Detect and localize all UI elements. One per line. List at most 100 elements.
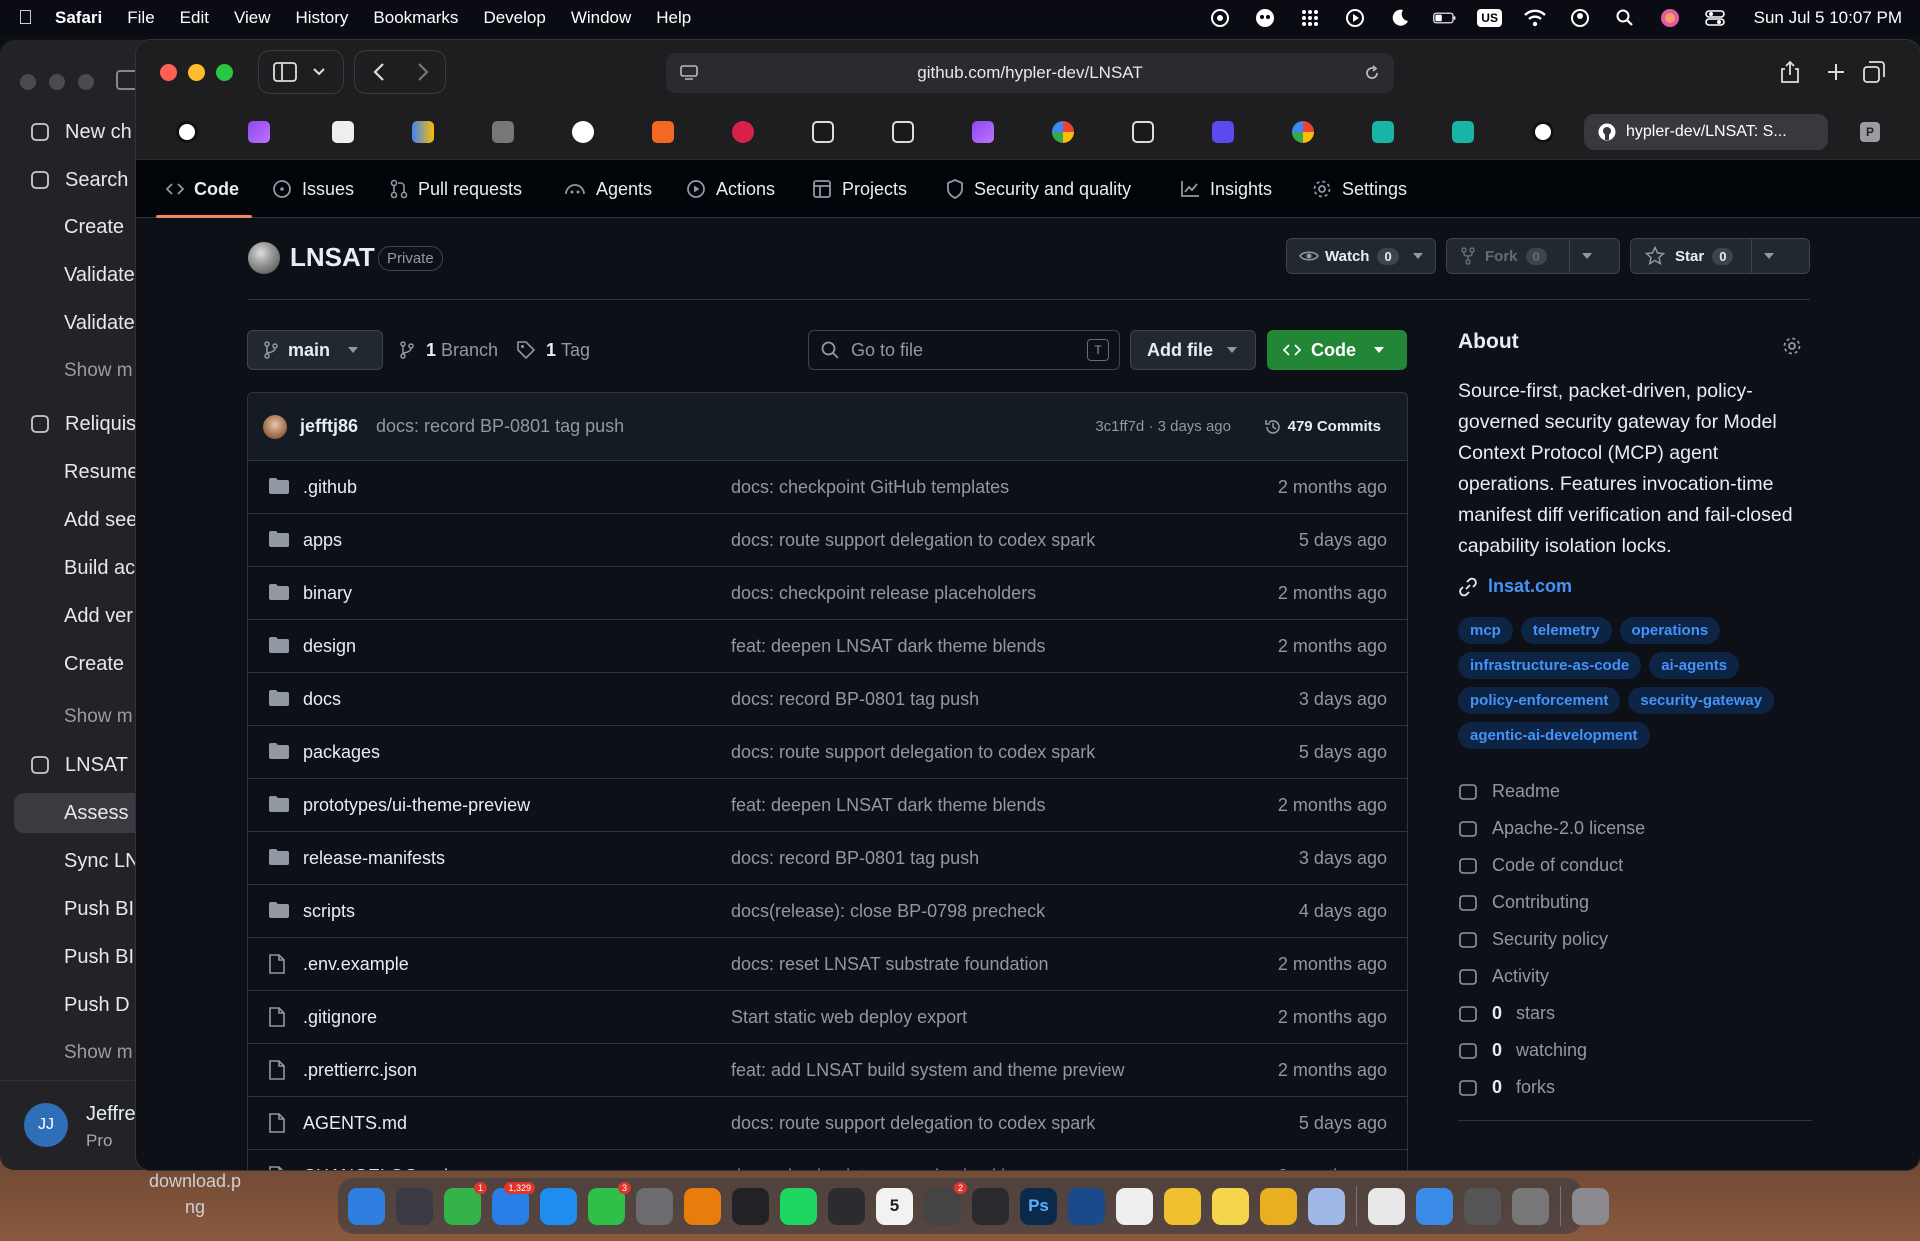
zoom-window-button[interactable] [216,64,233,81]
tab-overview-icon[interactable] [1860,58,1888,86]
favicon-tab-10[interactable] [892,121,914,143]
favicon-tab-14[interactable] [1212,121,1234,143]
spotify-icon[interactable] [780,1187,817,1225]
favicon-tab-17[interactable] [1452,121,1474,143]
fork-button[interactable]: Fork 0 [1446,238,1620,274]
commit-message[interactable]: docs: record BP-0801 tag push [376,416,624,437]
app-icon[interactable] [1164,1187,1201,1225]
menubar-clock[interactable]: Sun Jul 5 10:07 PM [1754,8,1902,28]
commit-author-avatar[interactable] [263,414,287,439]
tab-insights[interactable]: Insights [1180,160,1272,218]
trash-icon[interactable] [1572,1187,1609,1225]
page-menu-icon[interactable] [680,65,698,81]
calculator-icon[interactable] [636,1187,673,1225]
topic-tag[interactable]: mcp [1458,617,1513,644]
star-button[interactable]: Star 0 [1630,238,1810,274]
table-row[interactable]: .github docs: checkpoint GitHub templates… [248,461,1407,514]
about-link[interactable]: 0 stars [1458,995,1812,1032]
favicon-tab-5[interactable] [492,121,514,143]
address-bar[interactable]: github.com/hypler-dev/LNSAT [666,53,1394,93]
file-commit-message[interactable]: docs: record BP-0801 tag push [731,848,979,869]
terminal-icon[interactable] [732,1187,769,1225]
sidebar-toggle-icon[interactable] [116,70,138,90]
add-file-button[interactable]: Add file [1130,330,1256,370]
tab-actions[interactable]: Actions [686,160,775,218]
table-row[interactable]: .env.example docs: reset LNSAT substrate … [248,938,1407,991]
topic-tag[interactable]: agentic-ai-development [1458,722,1650,749]
favicon-tab-1[interactable] [176,121,198,143]
table-row[interactable]: scripts docs(release): close BP-0798 prec… [248,885,1407,938]
app-icon[interactable]: 2 [924,1181,967,1225]
sidebar-toggle-button[interactable] [258,50,344,94]
table-row[interactable]: binary docs: checkpoint release placehold… [248,567,1407,620]
menu-develop[interactable]: Develop [483,8,545,28]
file-commit-message[interactable]: docs: record BP-0801 tag push [731,689,979,710]
branches-link[interactable]: 1 Branch [400,330,498,370]
file-name[interactable]: docs [303,689,341,710]
facetime-icon[interactable]: 1 [444,1181,487,1225]
menu-bookmarks[interactable]: Bookmarks [373,8,458,28]
notes-icon[interactable] [1212,1187,1249,1225]
file-name[interactable]: AGENTS.md [303,1113,407,1134]
reload-icon[interactable] [1364,65,1380,81]
favicon-tab-13[interactable] [1132,121,1154,143]
xcode-icon[interactable] [1068,1187,1105,1225]
menu-window[interactable]: Window [571,8,631,28]
topic-tag[interactable]: policy-enforcement [1458,687,1621,714]
apple-menu-icon[interactable]:  [18,7,33,30]
about-link[interactable]: 0 forks [1458,1069,1812,1106]
menu-app-name[interactable]: Safari [55,8,102,28]
finder-icon[interactable] [348,1187,385,1225]
about-link[interactable]: Apache-2.0 license [1458,810,1812,847]
favicon-tab-2[interactable] [248,121,270,143]
pinned-tab[interactable]: P [1860,122,1880,142]
file-name[interactable]: apps [303,530,342,551]
file-name[interactable]: release-manifests [303,848,445,869]
app-icon[interactable] [1260,1187,1297,1225]
control-center-icon[interactable] [1703,8,1727,28]
favicon-tab-18[interactable] [1532,121,1554,143]
table-row[interactable]: .prettierrc.json feat: add LNSAT build sy… [248,1044,1407,1097]
about-link[interactable]: Security policy [1458,921,1812,958]
owner-avatar[interactable] [248,242,280,274]
website-link[interactable]: lnsat.com [1458,576,1812,597]
tab-agents[interactable]: Agents [564,160,652,218]
code-dropdown-button[interactable]: Code [1267,330,1407,370]
topic-tag[interactable]: ai-agents [1649,652,1740,679]
favicon-tab-16[interactable] [1372,121,1394,143]
commit-author[interactable]: jefftj86 [300,416,358,437]
zoom-button[interactable] [78,74,94,90]
app-icon[interactable] [1116,1187,1153,1225]
file-commit-message[interactable]: docs(release): close BP-0798 precheck [731,901,1045,922]
chatgpt-status-icon[interactable] [1208,8,1232,28]
menu-file[interactable]: File [127,8,154,28]
topic-tag[interactable]: infrastructure-as-code [1458,652,1642,679]
safari-icon[interactable] [540,1187,577,1225]
grid-status-icon[interactable] [1298,8,1322,28]
messages-icon[interactable]: 3 [588,1181,631,1225]
about-link[interactable]: Readme [1458,773,1812,810]
file-commit-message[interactable]: feat: deepen LNSAT dark theme blends [731,636,1046,657]
table-row[interactable]: AGENTS.md docs: route support delegation … [248,1097,1407,1150]
mail-icon[interactable]: 1,329 [492,1181,535,1225]
file-name[interactable]: .env.example [303,954,409,975]
photoshop-icon[interactable]: Ps [1020,1187,1057,1225]
file-commit-message[interactable]: docs: route support delegation to codex … [731,530,1095,551]
about-link[interactable]: Code of conduct [1458,847,1812,884]
favicon-tab-3[interactable] [332,121,354,143]
favicon-tab-4[interactable] [412,121,434,143]
back-icon[interactable] [373,62,385,82]
minimize-window-button[interactable] [188,64,205,81]
topic-tag[interactable]: telemetry [1520,617,1612,644]
favicon-tab-7[interactable] [652,121,674,143]
go-to-file-input[interactable]: Go to file T [808,330,1120,370]
google-favicon-icon[interactable] [1292,121,1314,143]
calendar-icon[interactable]: 5 [876,1187,913,1225]
favicon-tab-11[interactable] [972,121,994,143]
app-icon[interactable] [1512,1187,1549,1225]
menu-view[interactable]: View [234,8,271,28]
spotlight-search-icon[interactable] [1613,8,1637,28]
table-row[interactable]: release-manifests docs: record BP-0801 ta… [248,832,1407,885]
app-status-icon[interactable] [1253,8,1277,28]
file-name[interactable]: binary [303,583,352,604]
